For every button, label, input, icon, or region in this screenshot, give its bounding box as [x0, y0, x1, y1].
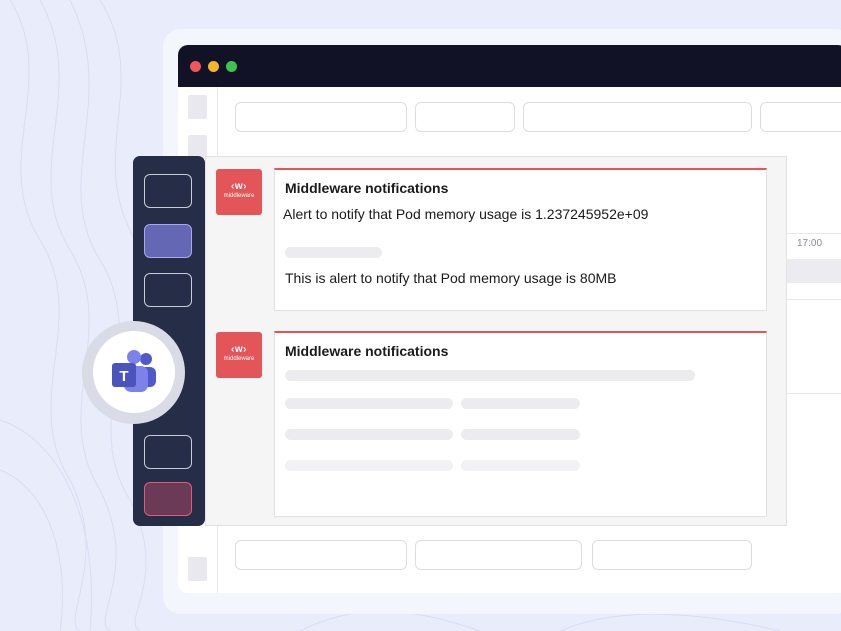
- notification-card[interactable]: Middleware notifications Alert to notify…: [274, 168, 767, 311]
- skeleton-bar: [285, 429, 453, 440]
- bottom-placeholder[interactable]: [592, 540, 752, 570]
- skeleton-bar: [285, 247, 382, 258]
- bottom-placeholder[interactable]: [415, 540, 582, 570]
- sidebar-button-alert[interactable]: [144, 482, 192, 516]
- timeline-divider: [778, 299, 841, 300]
- notification-message: This is alert to notify that Pod memory …: [285, 270, 617, 286]
- timeline-row: [778, 259, 841, 283]
- maximize-window-dot[interactable]: [226, 61, 237, 72]
- notification-title: Middleware notifications: [285, 180, 449, 196]
- bottom-placeholder[interactable]: [235, 540, 407, 570]
- close-window-dot[interactable]: [190, 61, 201, 72]
- filter-placeholder[interactable]: [235, 102, 407, 132]
- skeleton-bar: [461, 460, 580, 471]
- browser-titlebar: [178, 45, 841, 87]
- notification-message: Alert to notify that Pod memory usage is…: [283, 206, 649, 222]
- middleware-logo-icon: ‹w› middleware: [216, 169, 262, 215]
- skeleton-bar: [285, 370, 695, 381]
- teams-icon: T: [112, 350, 156, 392]
- skeleton-bar: [285, 398, 453, 409]
- sidebar-button[interactable]: [144, 273, 192, 307]
- skeleton-bar: [285, 460, 453, 471]
- svg-text:T: T: [119, 368, 128, 385]
- middleware-logo-icon: ‹w› middleware: [216, 332, 262, 378]
- skeleton-bar: [461, 398, 580, 409]
- filter-placeholder[interactable]: [523, 102, 752, 132]
- filter-placeholder[interactable]: [760, 102, 841, 132]
- notification-title: Middleware notifications: [285, 343, 449, 359]
- sidebar-button-active[interactable]: [144, 224, 192, 258]
- side-placeholder: [188, 95, 207, 119]
- timeline-time-label: 17:00: [797, 238, 823, 249]
- side-placeholder: [188, 557, 207, 581]
- minimize-window-dot[interactable]: [208, 61, 219, 72]
- notification-card[interactable]: Middleware notifications: [274, 331, 767, 517]
- skeleton-bar: [461, 429, 580, 440]
- timeline-divider: [778, 393, 841, 394]
- filter-placeholder[interactable]: [415, 102, 515, 132]
- sidebar-button[interactable]: [144, 174, 192, 208]
- sidebar-button[interactable]: [144, 435, 192, 469]
- notification-panel: ‹w› middleware Middleware notifications …: [205, 156, 787, 526]
- timeline-divider: [778, 233, 841, 234]
